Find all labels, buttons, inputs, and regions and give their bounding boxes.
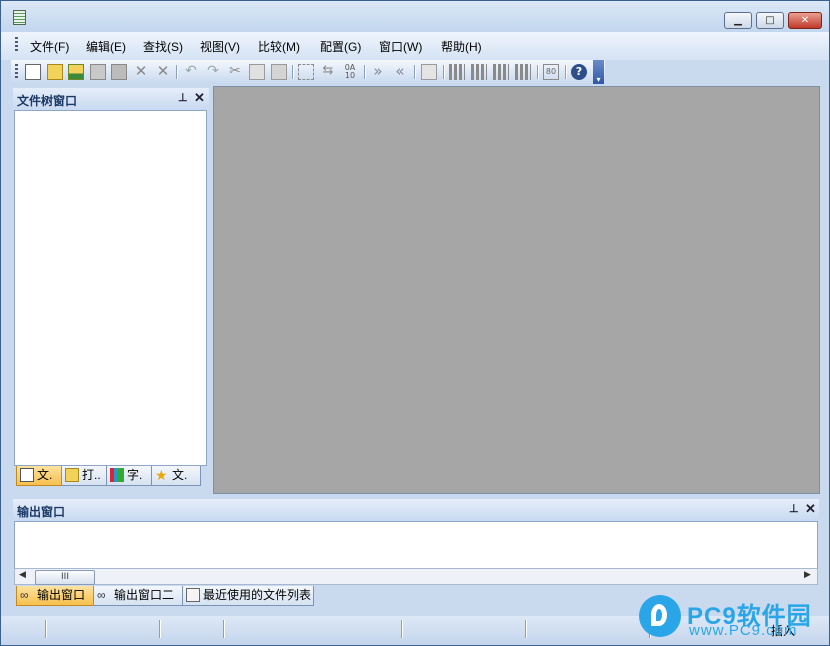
chart-icon — [110, 468, 124, 482]
toolbar-separator — [443, 65, 444, 79]
toolbar-overflow-button[interactable]: ▾ — [593, 60, 604, 84]
compare-icon[interactable] — [449, 64, 465, 80]
sort-icon[interactable]: 0A 10 — [342, 64, 358, 80]
app-window: ▁ □ ✕ 文件(F) 编辑(E) 查找(S) 视图(V) 比较(M) 配置(G… — [0, 0, 830, 646]
star-icon: ★ — [155, 467, 168, 483]
tab-favorites[interactable]: ★ 文. — [151, 466, 201, 486]
tab-label: 输出窗口二 — [114, 588, 175, 602]
new-file-icon[interactable] — [25, 64, 41, 80]
copy-icon[interactable] — [249, 64, 265, 80]
toolbar-separator — [565, 65, 566, 79]
file-tree-view[interactable] — [14, 110, 207, 466]
toolbar-separator — [414, 65, 415, 79]
menu-search[interactable]: 查找(S) — [143, 38, 183, 55]
folder-icon — [65, 468, 79, 482]
toolbar: ✕ ✕ ↶ ↷ ✂ ⇆ 0A 10 » « 80 ? — [11, 60, 605, 84]
output-tabs: ∞ 输出窗口 ∞ 输出窗口二 最近使用的文件列表 — [14, 586, 574, 608]
file-tree-tabs: 文. 打.. 字. ★ 文. — [14, 466, 208, 492]
menu-compare[interactable]: 比较(M) — [258, 38, 300, 55]
tab-label: 字. — [127, 468, 143, 482]
scroll-thumb[interactable]: III — [35, 570, 95, 585]
tab-label: 文. — [172, 468, 188, 482]
swap-icon[interactable]: ⇆ — [320, 64, 336, 80]
tab-recent-files[interactable]: 最近使用的文件列表 — [182, 586, 314, 606]
menu-config[interactable]: 配置(G) — [320, 38, 361, 55]
watermark-logo-icon — [639, 595, 681, 637]
status-divider — [525, 620, 526, 638]
menu-window[interactable]: 窗口(W) — [379, 38, 422, 55]
menu-view[interactable]: 视图(V) — [200, 38, 240, 55]
redo-icon[interactable]: ↷ — [205, 64, 221, 80]
tab-label: 打.. — [82, 468, 101, 482]
toolbar-grip[interactable] — [15, 64, 18, 80]
toolbar-separator — [292, 65, 293, 79]
tab-label: 文. — [37, 468, 53, 482]
app-icon[interactable] — [13, 10, 26, 25]
save-icon[interactable] — [90, 64, 106, 80]
close-window-button[interactable]: ✕ — [788, 12, 822, 29]
file-tree-header: 文件树窗口 ⊥ ✕ — [13, 88, 209, 110]
status-divider — [45, 620, 46, 638]
next-diff-icon[interactable]: » — [370, 64, 386, 80]
maximize-button[interactable]: □ — [756, 12, 784, 29]
status-divider — [223, 620, 224, 638]
tree-icon — [20, 468, 34, 482]
scroll-right-icon[interactable]: ▶ — [804, 570, 811, 580]
watermark-url: www.PC9.com — [689, 622, 798, 639]
compare-left-icon[interactable] — [471, 64, 487, 80]
open-folder-icon[interactable] — [47, 64, 63, 80]
delete-icon[interactable] — [421, 64, 437, 80]
cut-icon[interactable]: ✂ — [227, 64, 243, 80]
scroll-left-icon[interactable]: ◀ — [19, 570, 26, 580]
menu-file[interactable]: 文件(F) — [30, 38, 69, 55]
paste-icon[interactable] — [271, 64, 287, 80]
toolbar-separator — [537, 65, 538, 79]
document-workspace[interactable] — [213, 86, 820, 494]
save-all-icon[interactable] — [111, 64, 127, 80]
minimize-button[interactable]: ▁ — [724, 12, 752, 29]
menu-edit[interactable]: 编辑(E) — [86, 38, 126, 55]
close-panel-icon[interactable]: ✕ — [194, 90, 205, 106]
tab-fonts[interactable]: 字. — [106, 466, 152, 486]
menu-grip[interactable] — [15, 37, 18, 53]
tab-open-files[interactable]: 打.. — [61, 466, 107, 486]
tab-file-tree[interactable]: 文. — [16, 466, 62, 486]
menu-help[interactable]: 帮助(H) — [441, 38, 482, 55]
pin-icon[interactable]: ⊥ — [178, 91, 188, 104]
hex-icon[interactable]: 80 — [543, 64, 559, 80]
menu-bar: 文件(F) 编辑(E) 查找(S) 视图(V) 比较(M) 配置(G) 窗口(W… — [1, 32, 829, 60]
tab-output-1[interactable]: ∞ 输出窗口 — [16, 586, 94, 606]
close-icon[interactable]: ✕ — [133, 64, 149, 80]
output-title: 输出窗口 — [17, 505, 66, 519]
open-project-icon[interactable] — [68, 64, 84, 80]
output-header: 输出窗口 ⊥ ✕ — [13, 499, 819, 521]
tab-label: 输出窗口 — [37, 588, 86, 602]
tab-output-2[interactable]: ∞ 输出窗口二 — [93, 586, 185, 606]
pin-icon[interactable]: ⊥ — [789, 502, 799, 515]
merge-icon[interactable] — [515, 64, 531, 80]
status-divider — [401, 620, 402, 638]
prev-diff-icon[interactable]: « — [392, 64, 408, 80]
status-divider — [159, 620, 160, 638]
undo-icon[interactable]: ↶ — [183, 64, 199, 80]
output-view[interactable] — [14, 521, 818, 569]
file-tree-title: 文件树窗口 — [17, 94, 78, 108]
file-list-icon — [186, 588, 200, 602]
toolbar-separator — [176, 65, 177, 79]
compare-right-icon[interactable] — [493, 64, 509, 80]
select-icon[interactable] — [298, 64, 314, 80]
title-bar[interactable]: ▁ □ ✕ — [1, 1, 829, 32]
close-all-icon[interactable]: ✕ — [155, 64, 171, 80]
close-panel-icon[interactable]: ✕ — [805, 501, 816, 517]
tab-label: 最近使用的文件列表 — [203, 588, 312, 602]
horizontal-scrollbar[interactable]: ◀ III ▶ — [14, 568, 818, 585]
toolbar-separator — [364, 65, 365, 79]
binoculars-icon: ∞ — [20, 588, 29, 602]
binoculars-icon: ∞ — [97, 588, 106, 602]
help-icon[interactable]: ? — [571, 64, 587, 80]
